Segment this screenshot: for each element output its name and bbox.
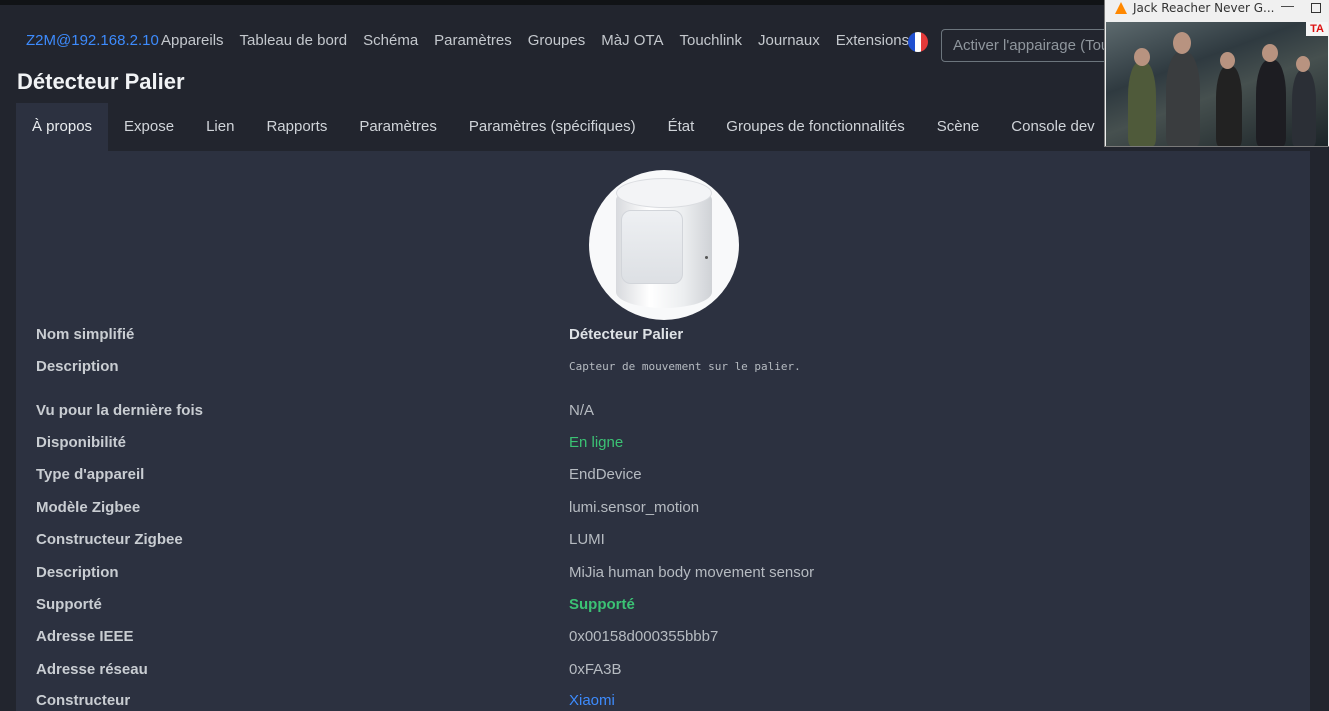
vlc-cone-icon bbox=[1115, 2, 1127, 14]
video-frame[interactable]: TA bbox=[1106, 22, 1328, 146]
detail-value: LUMI bbox=[569, 531, 605, 548]
nav-link-schema[interactable]: Schéma bbox=[363, 32, 418, 49]
device-image bbox=[589, 170, 739, 320]
status-badge: En ligne bbox=[569, 434, 624, 451]
detail-label: Constructeur bbox=[36, 692, 131, 709]
maximize-icon[interactable] bbox=[1311, 3, 1321, 13]
detail-label: Constructeur Zigbee bbox=[36, 531, 183, 548]
nav-link-appareils[interactable]: Appareils bbox=[161, 32, 224, 49]
detail-label: Adresse réseau bbox=[36, 661, 148, 678]
manufacturer-link[interactable]: Xiaomi bbox=[569, 692, 615, 709]
device-tabs: À propos Expose Lien Rapports Paramètres… bbox=[16, 103, 1111, 151]
detail-value: 0xFA3B bbox=[569, 661, 622, 678]
vlc-mini-player[interactable]: Jack Reacher Never G... — TA bbox=[1105, 0, 1329, 146]
detail-value[interactable]: Capteur de mouvement sur le palier. bbox=[569, 360, 801, 373]
detail-label: Vu pour la dernière fois bbox=[36, 402, 203, 419]
tab-parametres[interactable]: Paramètres bbox=[343, 103, 453, 151]
supported-badge: Supporté bbox=[569, 596, 635, 613]
minimize-icon[interactable]: — bbox=[1281, 0, 1294, 13]
detail-value: 0x00158d000355bbb7 bbox=[569, 628, 719, 645]
nav-link-touchlink[interactable]: Touchlink bbox=[679, 32, 742, 49]
tab-a-propos[interactable]: À propos bbox=[16, 103, 109, 151]
detail-value: lumi.sensor_motion bbox=[569, 499, 700, 516]
nav-link-extensions[interactable]: Extensions bbox=[836, 32, 909, 49]
nav-links: Appareils Tableau de bord Schéma Paramèt… bbox=[161, 32, 909, 49]
detail-label: Adresse IEEE bbox=[36, 628, 134, 645]
tab-rapports[interactable]: Rapports bbox=[250, 103, 343, 151]
nav-link-tableau-de-bord[interactable]: Tableau de bord bbox=[240, 32, 348, 49]
detail-value: EndDevice bbox=[569, 466, 642, 483]
page-title: Détecteur Palier bbox=[17, 69, 185, 94]
detail-value: Détecteur Palier bbox=[569, 326, 684, 343]
tab-parametres-specifiques[interactable]: Paramètres (spécifiques) bbox=[453, 103, 652, 151]
video-sign: TA bbox=[1306, 22, 1328, 36]
tab-scene[interactable]: Scène bbox=[921, 103, 996, 151]
nav-link-parametres[interactable]: Paramètres bbox=[434, 32, 512, 49]
detail-label: Description bbox=[36, 358, 119, 375]
about-panel: Nom simplifié Détecteur Palier Descripti… bbox=[16, 151, 1310, 711]
tab-etat[interactable]: État bbox=[652, 103, 711, 151]
detail-value: MiJia human body movement sensor bbox=[569, 564, 815, 581]
vlc-window-title: Jack Reacher Never G... bbox=[1133, 1, 1275, 15]
detail-label: Modèle Zigbee bbox=[36, 499, 141, 516]
tab-expose[interactable]: Expose bbox=[108, 103, 190, 151]
detail-label: Supporté bbox=[36, 596, 102, 613]
detail-value: N/A bbox=[569, 402, 595, 419]
nav-link-maj-ota[interactable]: MàJ OTA bbox=[601, 32, 663, 49]
detail-label: Description bbox=[36, 564, 119, 581]
detail-label: Nom simplifié bbox=[36, 326, 135, 343]
detail-label: Disponibilité bbox=[36, 434, 126, 451]
brand-link[interactable]: Z2M@192.168.2.10 bbox=[26, 32, 159, 49]
tab-groupes-de-fonctionnalites[interactable]: Groupes de fonctionnalités bbox=[710, 103, 920, 151]
nav-link-groupes[interactable]: Groupes bbox=[528, 32, 586, 49]
detail-label: Type d'appareil bbox=[36, 466, 145, 483]
tab-console-dev[interactable]: Console dev bbox=[995, 103, 1110, 151]
flag-fr-icon[interactable] bbox=[908, 32, 928, 52]
nav-link-journaux[interactable]: Journaux bbox=[758, 32, 820, 49]
tab-lien[interactable]: Lien bbox=[190, 103, 250, 151]
